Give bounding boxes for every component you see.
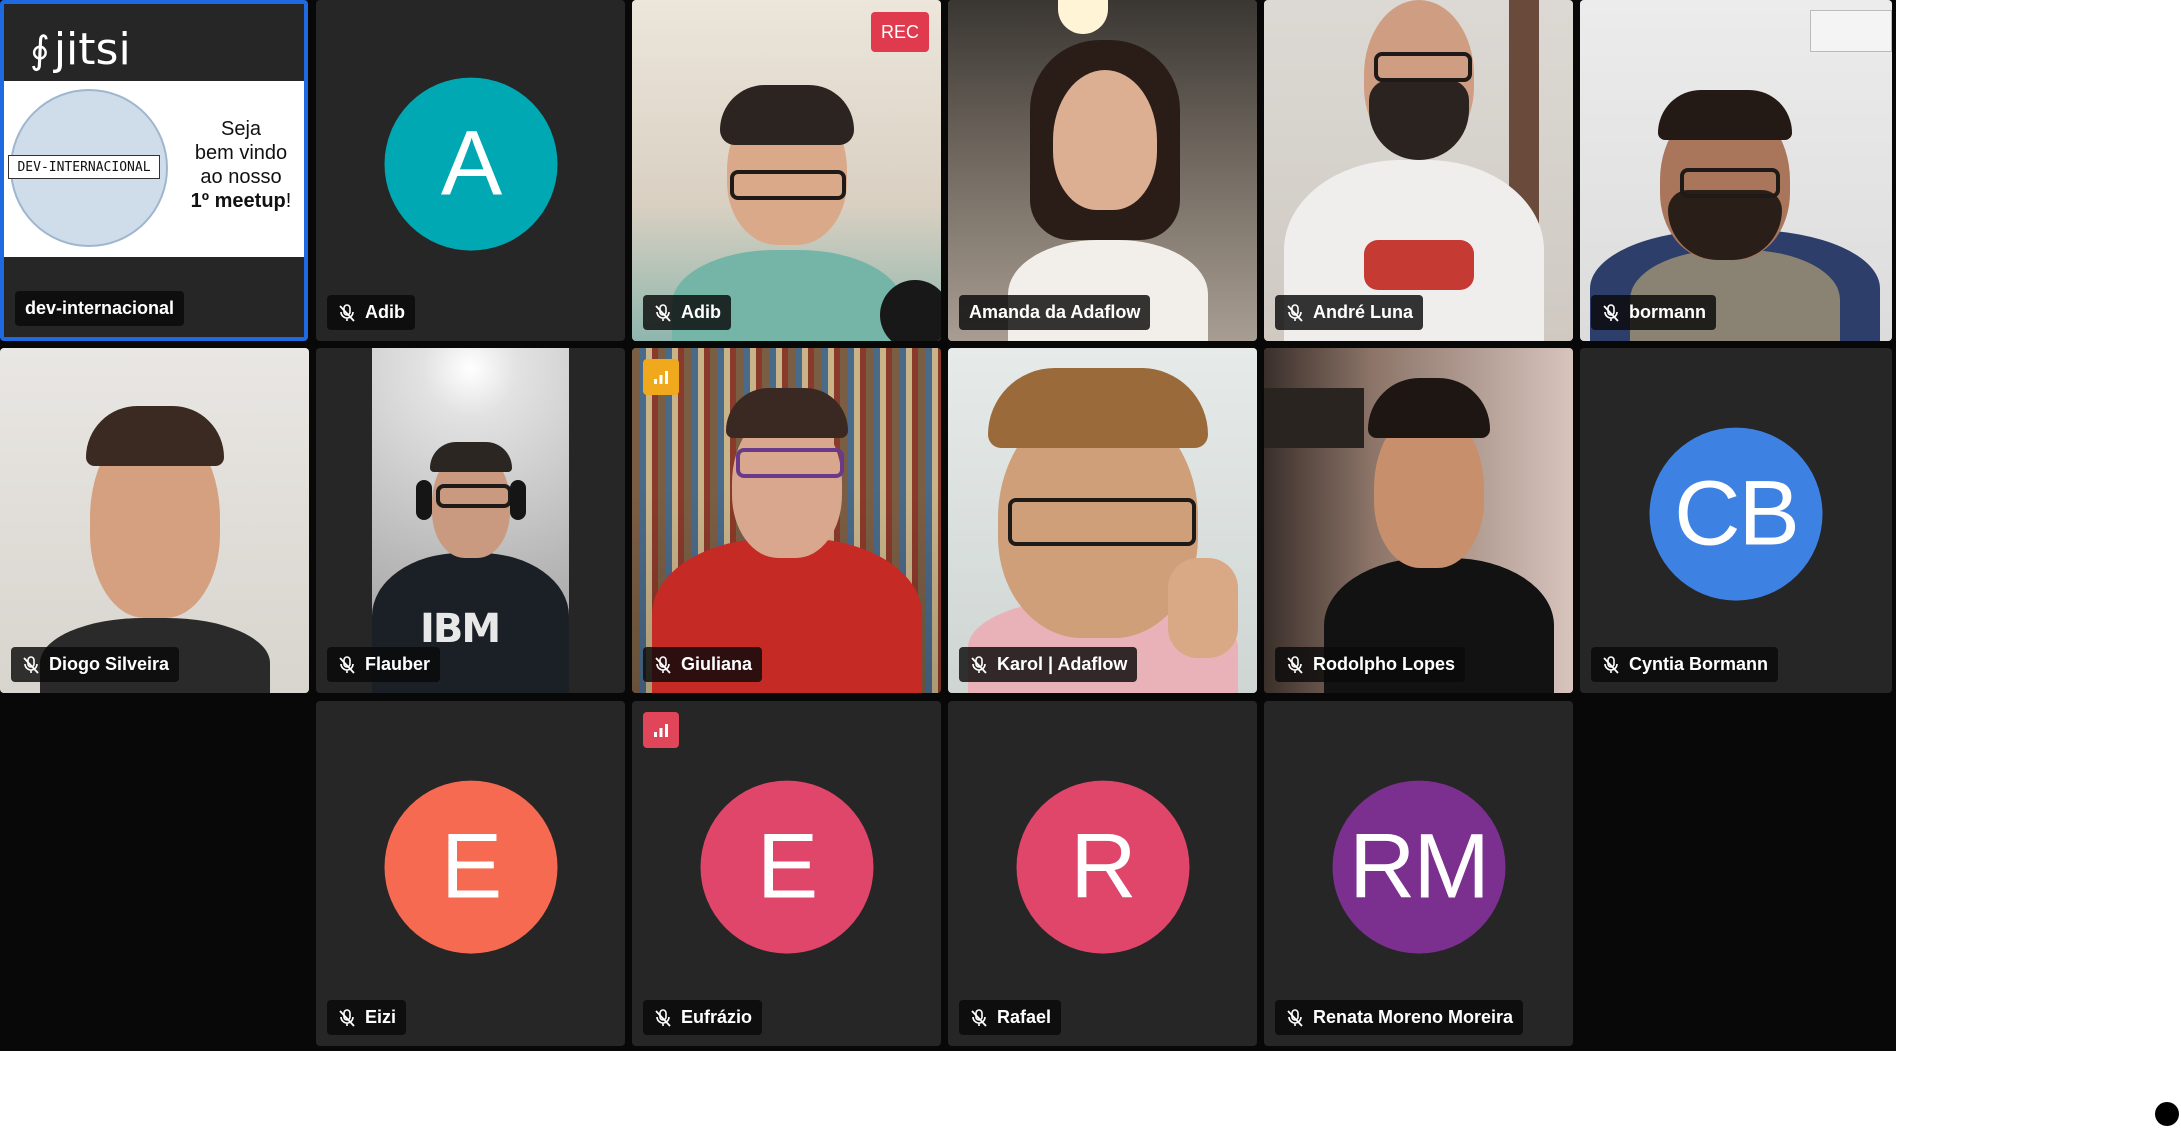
jitsi-brand-text: jitsi [53, 24, 131, 75]
video-feed [948, 348, 1257, 693]
avatar: A [384, 77, 557, 251]
participant-name-tag: André Luna [1275, 295, 1424, 330]
participant-name: Rafael [997, 1007, 1052, 1027]
participant-name-tag: bormann [1591, 295, 1717, 330]
mic-off-icon [1287, 1008, 1303, 1027]
participant-name: Diogo Silveira [49, 654, 170, 674]
connection-indicator-icon[interactable] [643, 712, 679, 748]
tile-screen-share[interactable]: ∮ jitsi DEV-INTERNACIONAL Seja bem vindo… [0, 0, 308, 341]
signal-bars-icon [654, 371, 668, 384]
video-feed [948, 0, 1257, 341]
tile-participant[interactable]: CB Cyntia Bormann [1580, 348, 1892, 693]
recording-badge: REC [871, 12, 929, 52]
participant-name: Adib [365, 302, 405, 322]
avatar: E [384, 780, 557, 954]
jitsi-logo: ∮ jitsi [30, 24, 131, 75]
tile-participant[interactable]: Amanda da Adaflow [948, 0, 1257, 341]
participant-name-tag: Giuliana [643, 647, 763, 682]
video-feed: IBM [372, 348, 569, 693]
signal-bars-icon [654, 724, 668, 737]
participant-name-tag: Flauber [327, 647, 441, 682]
participant-name-tag: Eufrázio [643, 1000, 763, 1035]
mic-off-icon [971, 1008, 987, 1027]
tile-participant[interactable]: A Adib [316, 0, 625, 341]
tile-participant[interactable]: E Eufrázio [632, 701, 941, 1046]
avatar: CB [1649, 427, 1823, 601]
tile-participant[interactable]: Karol | Adaflow [948, 348, 1257, 693]
tile-participant[interactable]: IBM Flauber [316, 348, 625, 693]
participant-name-tag: Karol | Adaflow [959, 647, 1138, 682]
share-header: ∮ jitsi [4, 4, 304, 81]
participant-name: Renata Moreno Moreira [1313, 1007, 1514, 1027]
connection-indicator-icon[interactable] [643, 359, 679, 395]
participant-name-tag: Eizi [327, 1000, 407, 1035]
participant-name: Eizi [365, 1007, 397, 1027]
participant-name: dev-internacional [25, 298, 175, 318]
tile-participant[interactable]: RM Renata Moreno Moreira [1264, 701, 1573, 1046]
mic-off-icon [1287, 655, 1303, 674]
video-feed [1264, 348, 1573, 693]
mic-off-icon [655, 1008, 671, 1027]
tile-participant[interactable]: E Eizi [316, 701, 625, 1046]
tile-participant[interactable]: REC Adib [632, 0, 941, 341]
participant-name-tag: Adib [643, 295, 731, 330]
participant-name-tag: Amanda da Adaflow [959, 295, 1151, 330]
participant-name: Eufrázio [681, 1007, 753, 1027]
avatar: RM [1332, 780, 1505, 954]
participant-name: Amanda da Adaflow [969, 302, 1141, 322]
mic-off-icon [655, 303, 671, 322]
tile-participant[interactable]: Diogo Silveira [0, 348, 309, 693]
participant-name-tag: Rafael [959, 1000, 1062, 1035]
mic-off-icon [1603, 655, 1619, 674]
shared-slide: DEV-INTERNACIONAL Seja bem vindo ao noss… [4, 81, 304, 257]
mic-off-icon [1287, 303, 1303, 322]
video-grid: ∮ jitsi DEV-INTERNACIONAL Seja bem vindo… [0, 0, 1896, 1051]
participant-name: Flauber [365, 654, 431, 674]
participant-name-tag: Rodolpho Lopes [1275, 647, 1465, 682]
participant-name-tag: Renata Moreno Moreira [1275, 1000, 1524, 1035]
participant-name-tag: dev-internacional [15, 291, 185, 326]
mic-off-icon [339, 303, 355, 322]
avatar: E [700, 780, 873, 954]
mic-off-icon [971, 655, 987, 674]
video-feed [0, 348, 309, 693]
video-feed [1580, 0, 1892, 341]
jitsi-mark-icon: ∮ [30, 27, 50, 72]
avatar: R [1016, 780, 1189, 954]
slide-logo-text: DEV-INTERNACIONAL [8, 155, 160, 179]
tile-participant[interactable]: Rodolpho Lopes [1264, 348, 1573, 693]
participant-name: bormann [1629, 302, 1707, 322]
participant-name: Karol | Adaflow [997, 654, 1128, 674]
participant-name-tag: Adib [327, 295, 415, 330]
tile-participant[interactable]: André Luna [1264, 0, 1573, 341]
mic-off-icon [655, 655, 671, 674]
video-feed [1264, 0, 1573, 341]
corner-dot [2155, 1102, 2179, 1126]
participant-name: Giuliana [681, 654, 753, 674]
tile-participant[interactable]: Giuliana [632, 348, 941, 693]
tile-participant[interactable]: R Rafael [948, 701, 1257, 1046]
mic-off-icon [339, 1008, 355, 1027]
mic-off-icon [339, 655, 355, 674]
participant-name: Cyntia Bormann [1629, 654, 1769, 674]
participant-name-tag: Cyntia Bormann [1591, 647, 1779, 682]
mic-off-icon [1603, 303, 1619, 322]
participant-name: Adib [681, 302, 721, 322]
participant-name-tag: Diogo Silveira [11, 647, 180, 682]
welcome-text: Seja bem vindo ao nosso 1º meetup! [190, 118, 292, 212]
participant-name: Rodolpho Lopes [1313, 654, 1455, 674]
mic-off-icon [23, 655, 39, 674]
video-feed [632, 348, 941, 693]
participant-name: André Luna [1313, 302, 1414, 322]
tile-participant[interactable]: bormann [1580, 0, 1892, 341]
